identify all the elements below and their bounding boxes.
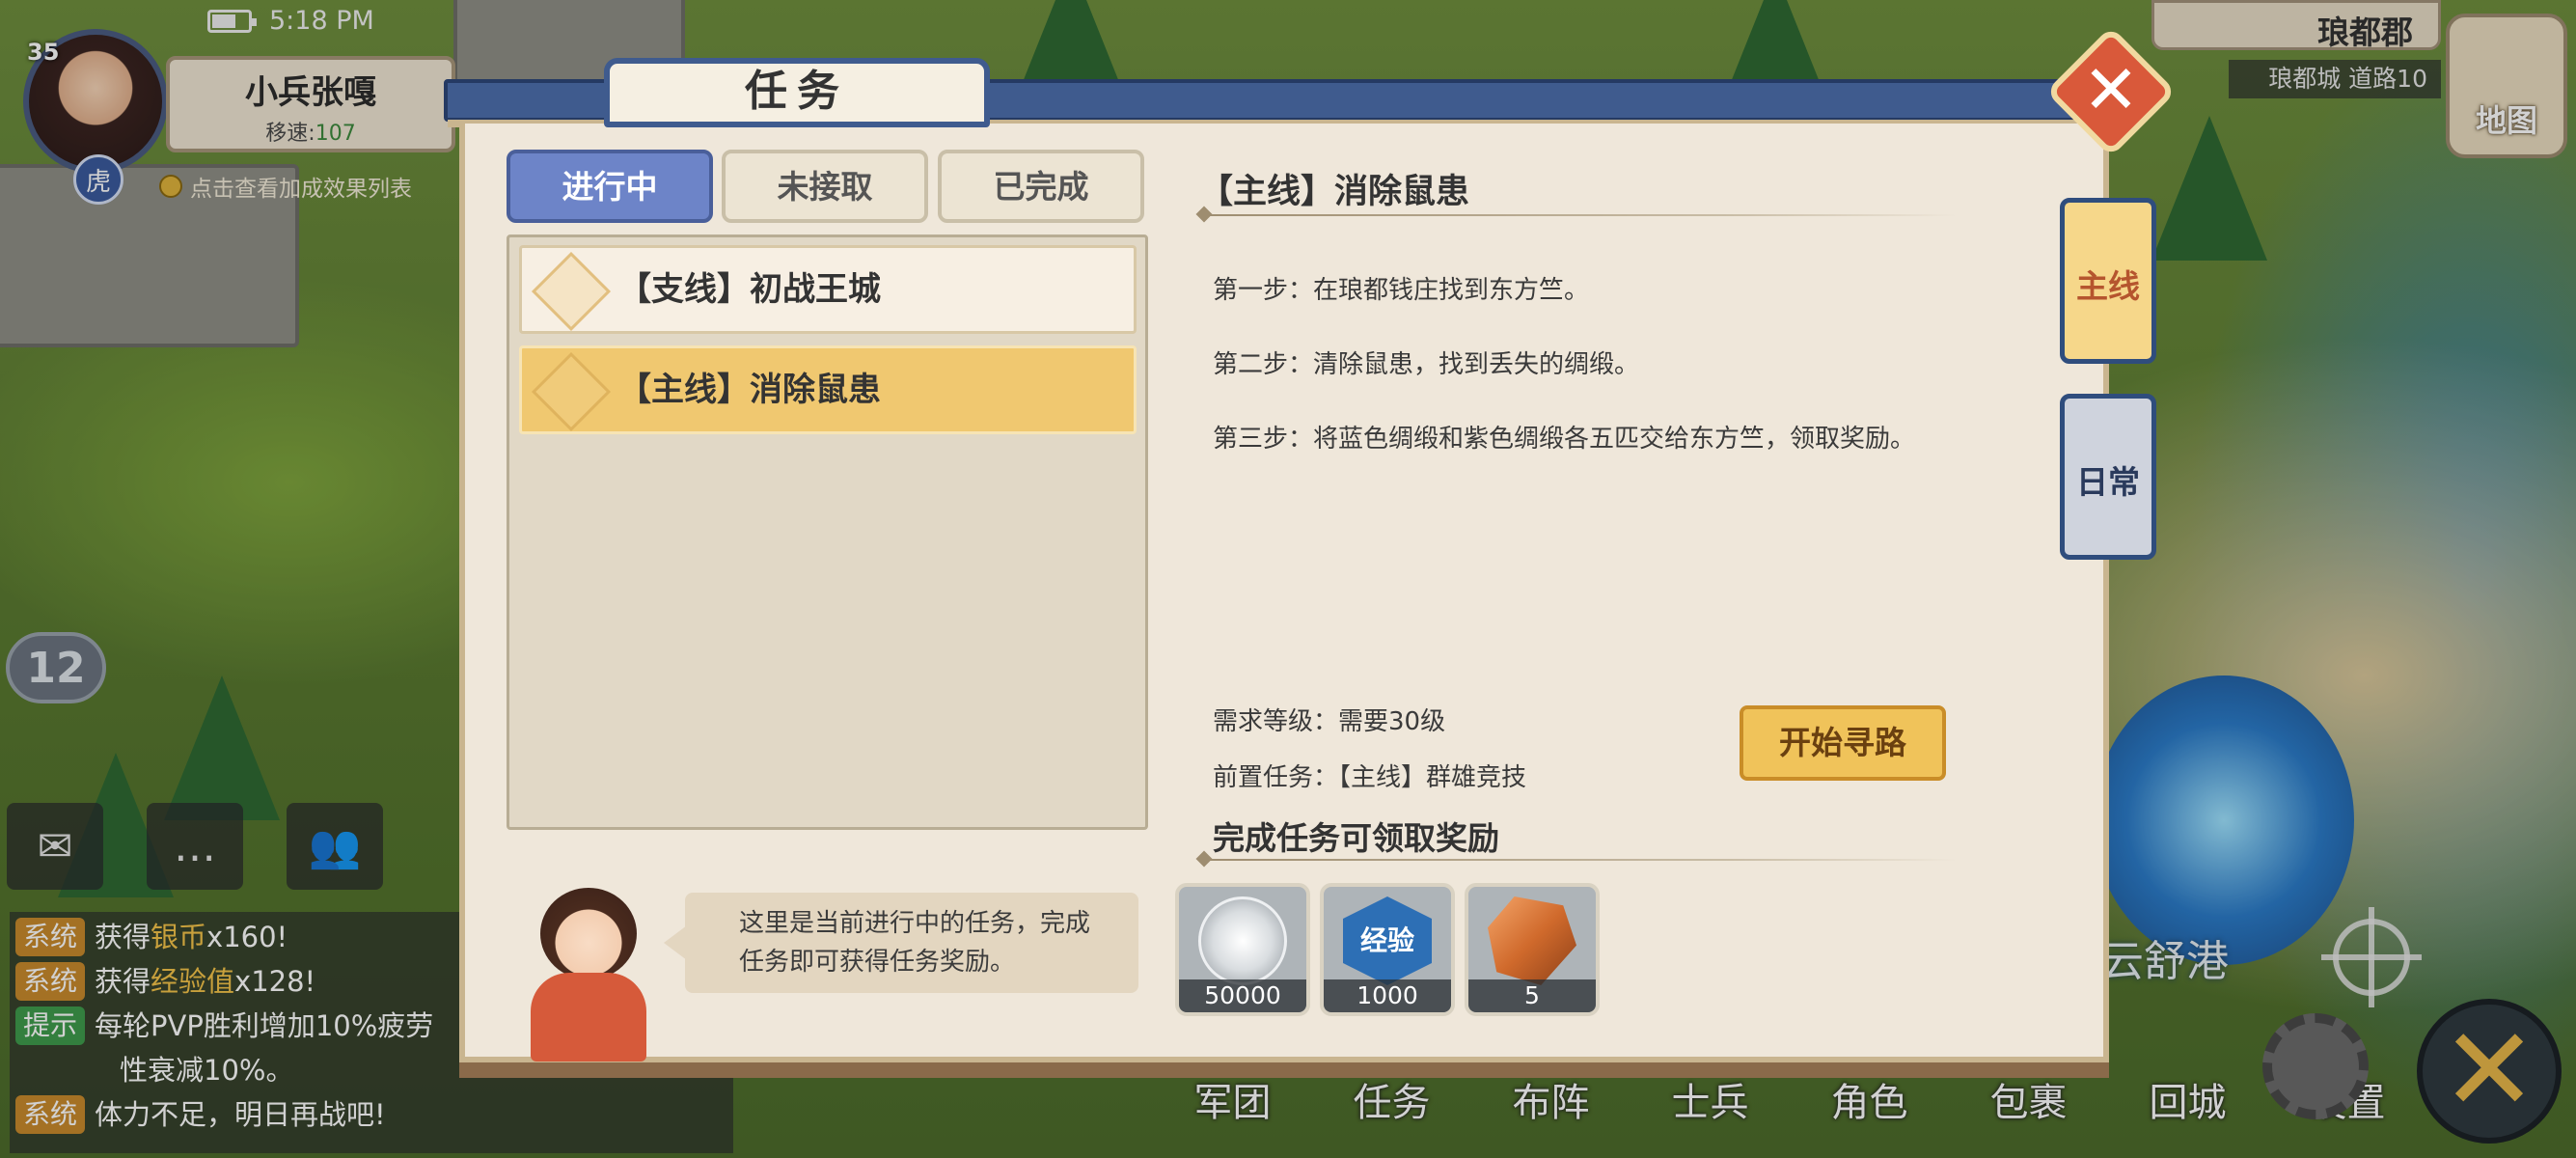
reward-item[interactable]: 50000 xyxy=(1175,883,1310,1016)
start-pathfinding-button[interactable]: 开始寻路 xyxy=(1740,705,1946,781)
guide-character xyxy=(502,888,671,1062)
reward-quantity: 50000 xyxy=(1179,979,1306,1012)
dialog-bottom-frame xyxy=(459,1057,2109,1078)
quest-item-label: 【主线】消除鼠患 xyxy=(618,371,881,409)
reward-quantity: 1000 xyxy=(1324,979,1451,1012)
divider xyxy=(1204,859,1957,861)
close-icon: ✕ xyxy=(2082,50,2140,129)
divider xyxy=(1204,214,1957,216)
ore-icon xyxy=(1488,896,1576,985)
quest-item-label: 【支线】初战王城 xyxy=(618,270,881,309)
quest-list: 【支线】初战王城 【主线】消除鼠患 xyxy=(507,234,1148,830)
quest-step: 第三步：将蓝色绸缎和紫色绸缎各五匹交给东方竺，领取奖励。 xyxy=(1213,425,1916,454)
quest-step: 第一步：在琅都钱庄找到东方竺。 xyxy=(1213,276,1590,305)
quest-marker-icon xyxy=(531,351,612,432)
reward-item[interactable]: 经验 1000 xyxy=(1320,883,1455,1016)
prerequisite-quest: 前置任务：【主线】群雄竞技 xyxy=(1213,763,1527,792)
required-level: 需求等级：需要30级 xyxy=(1213,707,1446,736)
reward-item[interactable]: 5 xyxy=(1465,883,1600,1016)
side-tab-daily[interactable]: 日常 xyxy=(2060,394,2156,560)
guide-text-line: 任务即可获得任务奖励。 xyxy=(739,948,1016,977)
tab-in-progress[interactable]: 进行中 xyxy=(507,150,713,223)
exp-icon: 经验 xyxy=(1343,896,1432,985)
side-tab-main[interactable]: 主线 xyxy=(2060,198,2156,364)
reward-title: 完成任务可领取奖励 xyxy=(1213,819,1499,857)
guide-text-line: 这里是当前进行中的任务，完成 xyxy=(739,909,1091,938)
reward-quantity: 5 xyxy=(1468,979,1596,1012)
dialog-title: 任务 xyxy=(604,58,990,127)
quest-item-selected[interactable]: 【主线】消除鼠患 xyxy=(519,345,1137,434)
guide-speech-bubble: 这里是当前进行中的任务，完成 任务即可获得任务奖励。 xyxy=(664,893,1138,993)
quest-marker-icon xyxy=(531,251,612,332)
quest-detail-title: 【主线】消除鼠患 xyxy=(1199,173,1470,211)
tab-completed[interactable]: 已完成 xyxy=(938,150,1144,223)
quest-item[interactable]: 【支线】初战王城 xyxy=(519,245,1137,334)
tab-not-accepted[interactable]: 未接取 xyxy=(722,150,928,223)
quest-step: 第二步：清除鼠患，找到丢失的绸缎。 xyxy=(1213,350,1640,379)
silver-coin-icon xyxy=(1198,896,1287,985)
